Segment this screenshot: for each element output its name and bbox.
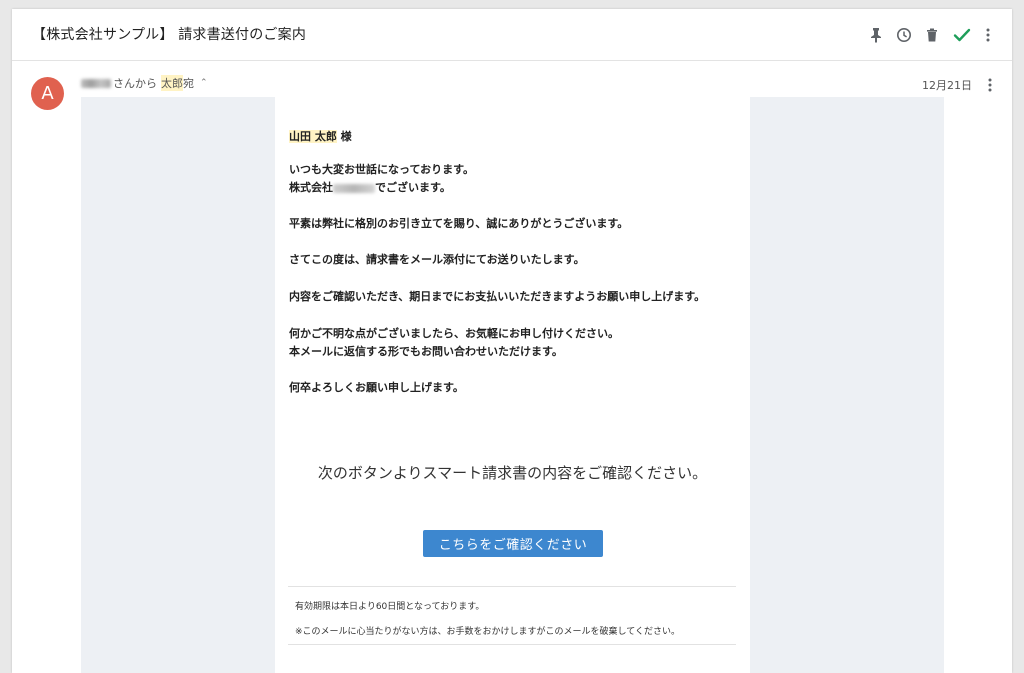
greeting-name: 山田 太郎 (289, 130, 337, 143)
email-subject: 【株式会社サンプル】 請求書送付のご案内 (32, 27, 307, 43)
intro-line-2-prefix: 株式会社 (289, 181, 333, 194)
paragraph-closing: 何卒よろしくお願い申し上げます。 (289, 381, 464, 394)
recipient-name: 太郎 (161, 75, 183, 91)
paragraph-invoice: さてこの度は、請求書をメール添付にてお送りいたします。 (289, 253, 585, 266)
message-more-icon[interactable] (980, 74, 1000, 96)
company-name-redacted (333, 183, 375, 193)
confirm-invoice-button[interactable]: こちらをご確認ください (423, 530, 603, 557)
greeting-suffix: 様 (336, 130, 352, 143)
divider-bottom (288, 644, 736, 645)
paragraph-contact: 何かご不明な点がございましたら、お気軽にお申し付けください。 本メールに返信する… (289, 325, 619, 361)
divider-top (288, 586, 736, 587)
cta-message: 次のボタンよりスマート請求書の内容をご確認ください。 (317, 464, 708, 482)
from-suffix: さんから (113, 77, 157, 90)
intro-line-2: 株式会社 でございます。 (289, 179, 474, 197)
contact-line-1: 何かご不明な点がございましたら、お気軽にお申し付けください。 (289, 327, 619, 340)
email-body-background: 山田 太郎 様 いつも大変お世話になっております。 株式会社 でございます。 平素… (81, 97, 944, 673)
contact-line-2: 本メールに返信する形でもお問い合わせいただけます。 (289, 345, 563, 358)
footer-disclaimer: ※このメールに心当たりがない方は、お手数をおかけしますがこのメールを破棄してくだ… (295, 627, 681, 637)
paragraph-payment: 内容をご確認いただき、期日までにお支払いいただきますようお願い申し上げます。 (289, 290, 706, 303)
sender-name-redacted (81, 78, 111, 88)
email-content-card: 山田 太郎 様 いつも大変お世話になっております。 株式会社 でございます。 平素… (275, 97, 750, 673)
intro-line-1: いつも大変お世話になっております。 (289, 163, 475, 176)
paragraph-thanks: 平素は弊社に格別のお引き立てを賜り、誠にありがとうございます。 (289, 217, 629, 230)
clock-icon[interactable] (894, 24, 914, 46)
more-vert-icon[interactable] (978, 24, 998, 46)
trash-icon[interactable] (922, 24, 942, 46)
intro-line-2-suffix: でございます。 (375, 181, 451, 194)
check-icon[interactable] (952, 24, 972, 46)
sender-line: さんから 太郎 宛 ⌃ (81, 75, 208, 91)
paragraph-intro: いつも大変お世話になっております。 株式会社 でございます。 (289, 161, 474, 197)
footer-expiry: 有効期限は本日より60日間となっております。 (295, 602, 485, 612)
email-window: 【株式会社サンプル】 請求書送付のご案内 A さんから 太郎 宛 ⌃ 12月21… (12, 9, 1012, 673)
pin-icon[interactable] (866, 24, 886, 46)
expand-details-icon[interactable]: ⌃ (200, 78, 208, 88)
message-date: 12月21日 (922, 79, 972, 92)
subject-bar: 【株式会社サンプル】 請求書送付のご案内 (12, 9, 1012, 61)
avatar[interactable]: A (31, 77, 64, 110)
greeting: 山田 太郎 様 (289, 128, 352, 144)
recipient-suffix: 宛 (183, 77, 194, 90)
